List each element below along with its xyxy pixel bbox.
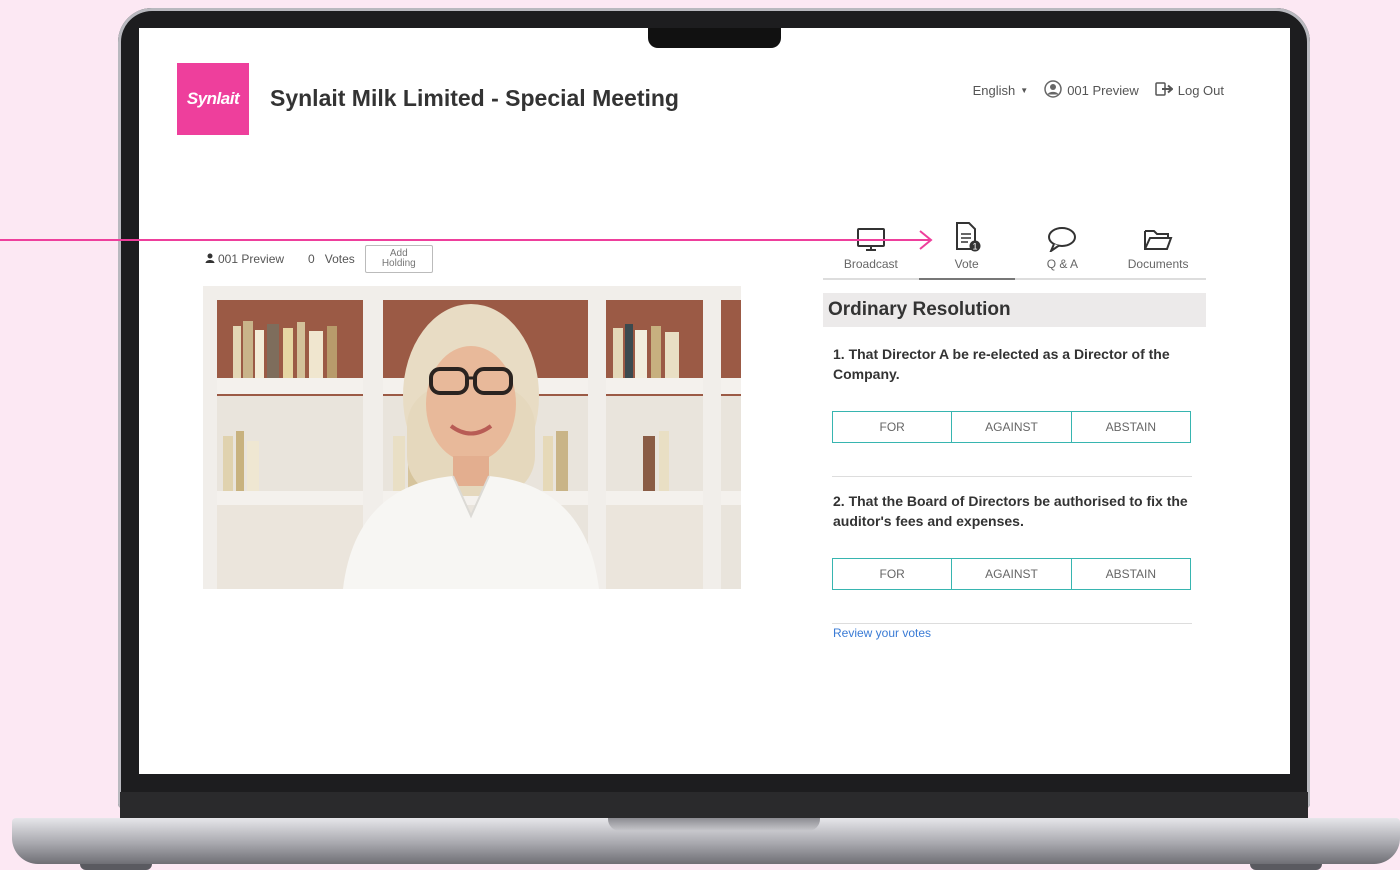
divider: [832, 476, 1192, 477]
tab-qa[interactable]: Q & A: [1015, 218, 1111, 278]
video-user-name: 001 Preview: [218, 252, 285, 266]
annotation-arrow: [0, 230, 933, 250]
tab-label: Vote: [954, 257, 979, 271]
document-icon: 1: [953, 222, 981, 255]
laptop-foot: [1250, 864, 1322, 870]
review-votes-link[interactable]: Review your votes: [833, 626, 931, 640]
page-title: Synlait Milk Limited - Special Meeting: [270, 85, 679, 111]
vote-against-button[interactable]: AGAINST: [952, 412, 1072, 442]
vote-options-row: FOR AGAINST ABSTAIN: [832, 558, 1191, 590]
tab-documents[interactable]: Documents: [1110, 218, 1206, 278]
laptop-screen: Synlait Synlait Milk Limited - Special M…: [139, 28, 1290, 774]
vote-abstain-button[interactable]: ABSTAIN: [1071, 559, 1190, 589]
user-circle-icon: [1044, 80, 1062, 101]
vote-for-button[interactable]: FOR: [833, 412, 953, 442]
language-selector[interactable]: English ▼: [973, 83, 1029, 98]
vote-options-row: FOR AGAINST ABSTAIN: [832, 411, 1191, 443]
video-user: 001 Preview: [205, 252, 284, 266]
user-menu[interactable]: 001 Preview: [1044, 80, 1139, 101]
top-navigation: English ▼ 001 Preview Log Out: [973, 80, 1224, 101]
section-heading: Ordinary Resolution: [823, 293, 1206, 327]
laptop-foot: [80, 864, 152, 870]
broadcast-video[interactable]: [203, 286, 741, 589]
logout-label: Log Out: [1177, 83, 1224, 98]
votes-count: 0 Votes: [308, 252, 355, 266]
votes-label: Votes: [324, 252, 355, 266]
tab-label: Broadcast: [843, 257, 898, 271]
votes-number: 0: [308, 252, 315, 266]
divider: [832, 623, 1192, 624]
language-label: English: [972, 83, 1016, 98]
person-icon: [205, 252, 215, 266]
user-name: 001 Preview: [1067, 83, 1139, 98]
resolution-text: 2. That the Board of Directors be author…: [833, 493, 1188, 529]
logout-link[interactable]: Log Out: [1154, 81, 1224, 100]
tab-label: Documents: [1127, 257, 1189, 271]
vote-abstain-button[interactable]: ABSTAIN: [1071, 412, 1190, 442]
speech-bubble-icon: [1047, 226, 1077, 255]
caret-down-icon: ▼: [1020, 86, 1029, 95]
tab-label: Q & A: [1046, 257, 1079, 271]
laptop-base-notch: [608, 818, 820, 831]
vote-against-button[interactable]: AGAINST: [952, 559, 1072, 589]
resolution-text: 1. That Director A be re-elected as a Di…: [833, 346, 1170, 382]
video-frame-image: [203, 286, 741, 589]
vote-badge: 1: [972, 242, 977, 252]
camera-notch: [648, 28, 781, 48]
vote-for-button[interactable]: FOR: [833, 559, 953, 589]
logout-icon: [1154, 81, 1174, 100]
folder-open-icon: [1143, 228, 1173, 255]
laptop-bezel: [120, 792, 1308, 818]
brand-logo[interactable]: Synlait: [177, 63, 249, 135]
